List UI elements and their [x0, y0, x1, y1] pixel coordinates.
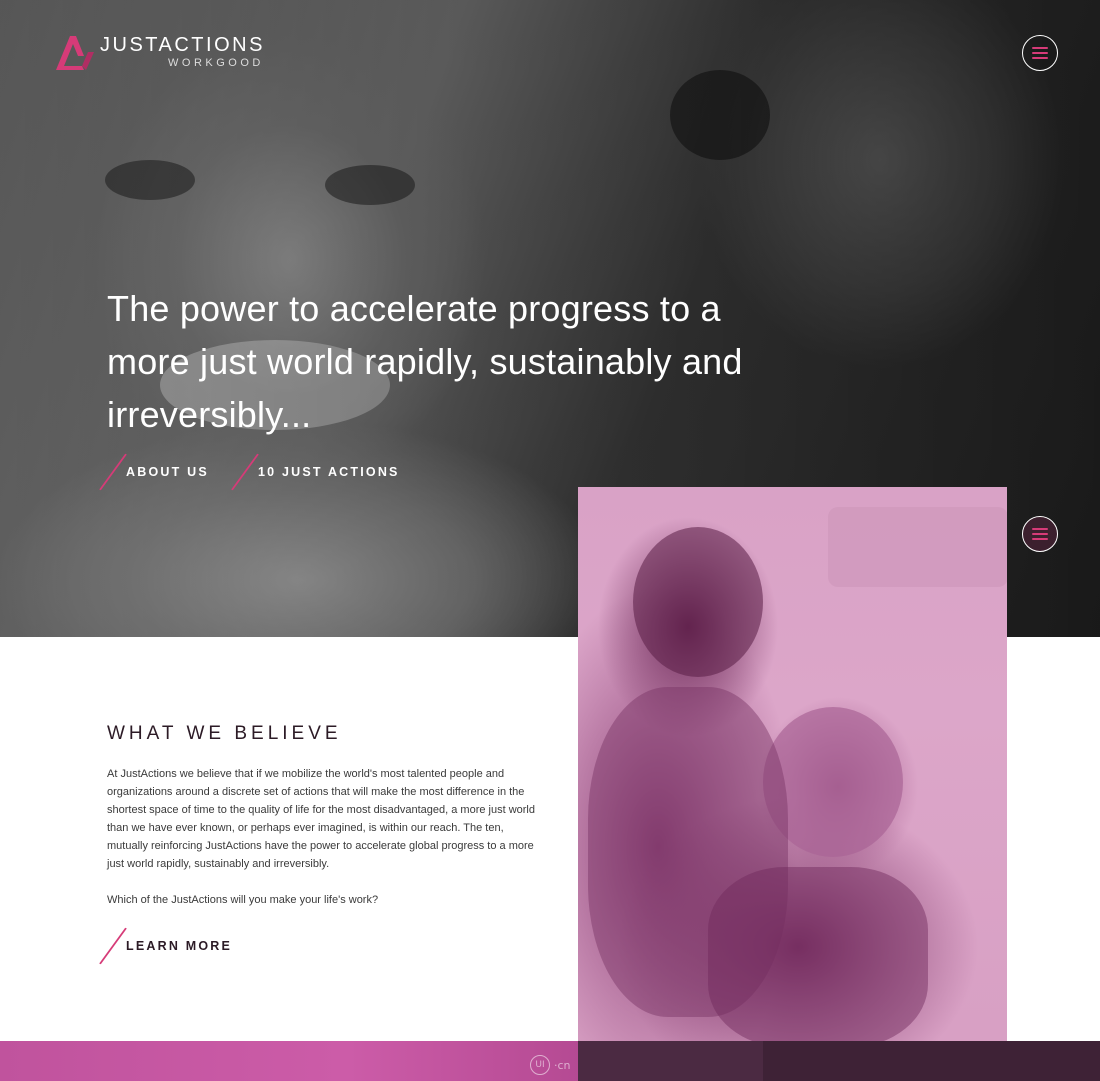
mother-child-photo [578, 487, 1007, 1041]
band-dark [578, 1041, 763, 1081]
just-actions-link[interactable]: 10 JUST ACTIONS [231, 453, 400, 491]
section-title: WHAT WE BELIEVE [107, 723, 342, 744]
hero-headline: The power to accelerate progress to a mo… [107, 288, 743, 435]
about-us-link[interactable]: ABOUT US [99, 453, 209, 491]
logo-subtitle: WORKGOOD [168, 57, 264, 69]
learn-more-link[interactable]: LEARN MORE [99, 927, 233, 965]
logo-mark-icon [56, 36, 94, 70]
band-darker [763, 1041, 1100, 1081]
watermark: UI ·cn [530, 1055, 571, 1075]
watermark-icon: UI [530, 1055, 550, 1075]
menu-button-secondary[interactable] [1022, 516, 1058, 552]
next-section-preview: UI ·cn [0, 1041, 1100, 1081]
photo-detail [708, 867, 928, 1041]
believe-body-text: At JustActions we believe that if we mob… [107, 768, 535, 870]
photo-detail [633, 527, 763, 677]
photo-detail [828, 507, 1007, 587]
just-actions-label: 10 JUST ACTIONS [258, 465, 400, 479]
slash-divider-icon [99, 927, 127, 965]
site-logo[interactable]: JUSTACTIONS WORKGOOD [54, 34, 294, 74]
hamburger-icon [1032, 528, 1048, 540]
menu-button[interactable] [1022, 35, 1058, 71]
about-us-label: ABOUT US [126, 465, 209, 479]
believe-question-text: Which of the JustActions will you make y… [107, 894, 379, 906]
hamburger-icon [1032, 47, 1048, 59]
logo-title: JUSTACTIONS [100, 34, 265, 56]
band-pink [0, 1041, 578, 1081]
learn-more-label: LEARN MORE [126, 939, 233, 953]
watermark-text: ·cn [554, 1058, 571, 1072]
